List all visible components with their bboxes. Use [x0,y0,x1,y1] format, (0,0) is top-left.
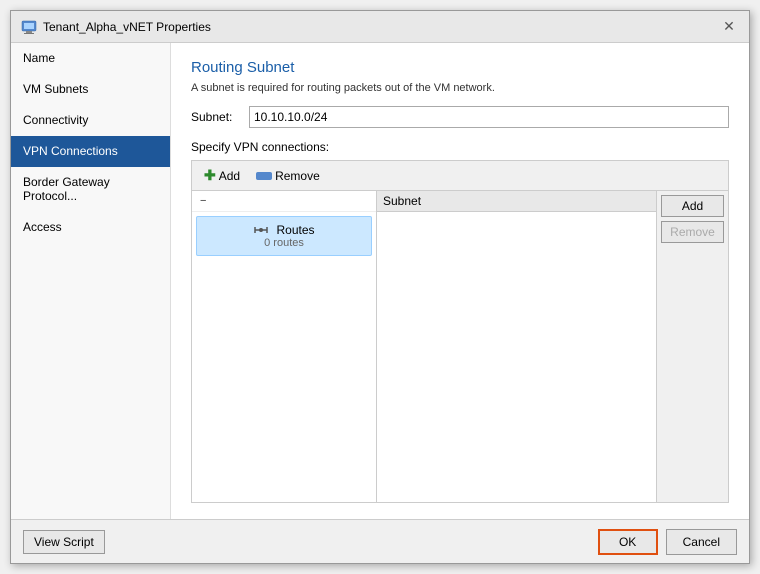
add-icon: ✚ [204,167,216,184]
sidebar: Name VM Subnets Connectivity VPN Connect… [11,43,171,519]
vpn-connections-label: Specify VPN connections: [191,140,729,154]
subnet-label: Subnet: [191,110,241,124]
title-bar-left: Tenant_Alpha_vNET Properties [21,19,211,35]
routes-tree-item[interactable]: Routes 0 routes [196,216,372,256]
right-pane-header: Subnet [377,191,656,212]
right-pane: Subnet Add Remove [377,191,728,502]
subnet-add-button[interactable]: Add [661,195,724,217]
sidebar-item-access[interactable]: Access [11,212,170,243]
sidebar-item-border-gateway[interactable]: Border Gateway Protocol... [11,167,170,212]
collapse-symbol: − [200,195,206,207]
sidebar-item-vpn-connections[interactable]: VPN Connections [11,136,170,167]
left-pane: − Routes 0 routes [192,191,377,502]
main-panel: Routing Subnet A subnet is required for … [171,43,749,519]
tree-collapse[interactable]: − [192,191,376,212]
dialog-title: Tenant_Alpha_vNET Properties [43,20,211,34]
app-icon [21,19,37,35]
cancel-button[interactable]: Cancel [666,529,737,555]
vpn-toolbar: ✚ Add Remove [191,160,729,190]
sidebar-item-name[interactable]: Name [11,43,170,74]
title-bar: Tenant_Alpha_vNET Properties ✕ [11,11,749,43]
subnet-column-header: Subnet [383,194,650,208]
footer-right: OK Cancel [598,529,737,555]
section-desc: A subnet is required for routing packets… [191,82,729,94]
footer: View Script OK Cancel [11,519,749,563]
add-label: Add [219,169,240,183]
view-script-button[interactable]: View Script [23,530,105,554]
section-title: Routing Subnet [191,59,729,76]
sidebar-item-vm-subnets[interactable]: VM Subnets [11,74,170,105]
content-area: Name VM Subnets Connectivity VPN Connect… [11,43,749,519]
vpn-content: − Routes 0 routes [191,190,729,503]
add-vpn-button[interactable]: ✚ Add [200,165,244,186]
subnet-remove-button[interactable]: Remove [661,221,724,243]
close-button[interactable]: ✕ [719,17,739,37]
routes-sub: 0 routes [264,237,304,249]
right-panel-inner: Subnet Add Remove [377,191,728,502]
ok-button[interactable]: OK [598,529,658,555]
sidebar-item-connectivity[interactable]: Connectivity [11,105,170,136]
subnet-field-row: Subnet: [191,106,729,128]
dialog-window: Tenant_Alpha_vNET Properties ✕ Name VM S… [10,10,750,564]
remove-label: Remove [275,169,320,183]
subnet-input[interactable] [249,106,729,128]
remove-icon [256,172,272,180]
right-pane-body [377,212,656,502]
right-pane-main: Subnet [377,191,656,502]
routes-label: Routes [253,223,314,237]
remove-vpn-button[interactable]: Remove [252,167,324,185]
right-pane-actions: Add Remove [656,191,728,502]
routes-text: Routes [276,223,314,237]
